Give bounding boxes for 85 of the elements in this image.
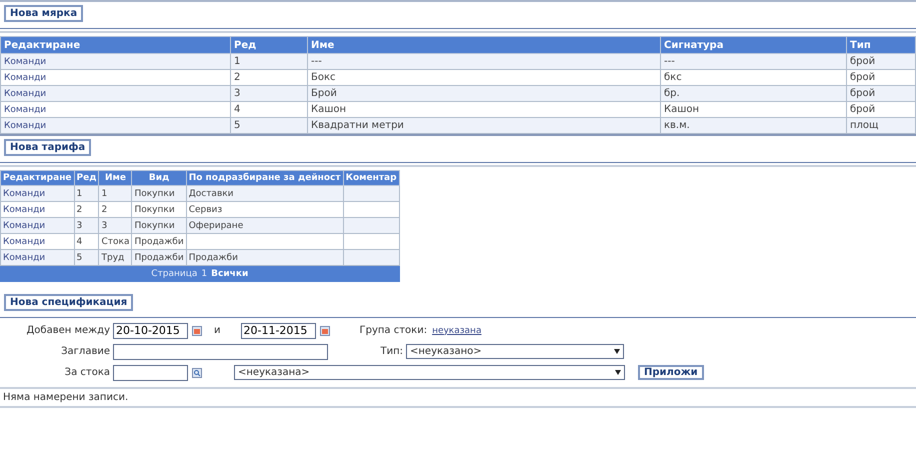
table-cell: Кашон [660, 102, 846, 118]
table-cell: 3 [74, 218, 99, 234]
table-cell: 5 [230, 118, 308, 134]
date-field[interactable]: 20-10-2015 [113, 322, 188, 338]
table-cell: 2 [230, 70, 308, 86]
table-cell: --- [308, 54, 660, 70]
title-field[interactable] [113, 344, 328, 360]
table-cell: Покупки [132, 218, 186, 234]
table-cell: 4 [230, 102, 308, 118]
new-specification-button[interactable]: Нова спецификация [4, 294, 134, 311]
table-cell: Продажби [132, 250, 186, 266]
commands-link[interactable]: Команди [4, 89, 46, 99]
table-cell: Доставки [186, 186, 344, 202]
column-header: Ред [74, 170, 99, 186]
field-label: Добавен между [25, 325, 111, 336]
table-cell: Брой [308, 86, 660, 102]
page-link[interactable]: Всички [211, 269, 248, 279]
table-cell: 4 [74, 234, 99, 250]
new-unit-button[interactable]: Нова мярка [4, 5, 84, 22]
apply-button[interactable]: Приложи [638, 365, 704, 380]
search-icon[interactable] [192, 368, 202, 378]
calendar-icon[interactable] [320, 326, 330, 336]
table-cell: 1 [98, 186, 132, 202]
field-label: Група стоки: [360, 325, 428, 336]
table-cell: 2 [74, 202, 99, 218]
column-header: Име [98, 170, 132, 186]
table-cell: бр. [660, 86, 846, 102]
table-cell: 1 [74, 186, 99, 202]
group-link[interactable]: неуказана [432, 326, 482, 336]
page-label: Страница [151, 269, 198, 279]
empty-message: Няма намерени записи. [0, 387, 916, 408]
column-header: Ред [230, 36, 308, 54]
table-cell: Кашон [308, 102, 660, 118]
table-cell: Стока [98, 234, 132, 250]
table-cell: Офериране [186, 218, 344, 234]
calendar-icon[interactable] [192, 326, 202, 336]
table-cell: Продажби [132, 234, 186, 250]
field-label: Заглавие [60, 346, 111, 357]
column-header: Сигнатура [660, 36, 846, 54]
table-cell: Труд [98, 250, 132, 266]
field-label: Тип: [379, 346, 404, 357]
column-header: Име [308, 36, 660, 54]
field-label: и [214, 325, 220, 336]
table-cell: кв.м. [660, 118, 846, 134]
table-cell: брой [846, 102, 916, 118]
commands-link[interactable]: Команди [4, 105, 46, 115]
new-tariff-button[interactable]: Нова тарифа [4, 139, 92, 156]
table-cell: площ [846, 118, 916, 134]
table-cell [343, 202, 400, 218]
table-cell [343, 234, 400, 250]
table-cell: Сервиз [186, 202, 344, 218]
table-cell: 2 [98, 202, 132, 218]
dropdown-arrow-icon [614, 349, 620, 354]
table-cell [343, 250, 400, 266]
table-cell: 3 [230, 86, 308, 102]
table-cell: Квадратни метри [308, 118, 660, 134]
table-cell: бкс [660, 70, 846, 86]
column-header: Тип [846, 36, 916, 54]
table-cell: брой [846, 86, 916, 102]
column-header: Редактиране [0, 36, 230, 54]
type-select[interactable]: <неуказано> [406, 344, 624, 359]
table-cell: Покупки [132, 186, 186, 202]
field-label: За стока [64, 367, 111, 378]
column-header: Коментар [343, 170, 400, 186]
dropdown-arrow-icon [615, 370, 621, 375]
table-cell: 1 [230, 54, 308, 70]
table-cell: Бокс [308, 70, 660, 86]
table-cell: 5 [74, 250, 99, 266]
table-cell: брой [846, 70, 916, 86]
item-field[interactable] [113, 364, 188, 380]
table-cell [343, 218, 400, 234]
table-cell: --- [660, 54, 846, 70]
commands-link[interactable]: Команди [4, 73, 46, 83]
table-cell: брой [846, 54, 916, 70]
table-cell [343, 186, 400, 202]
table-cell: Продажби [186, 250, 344, 266]
date-field[interactable]: 20-11-2015 [240, 322, 316, 338]
table-cell: 3 [98, 218, 132, 234]
column-header: Редактиране [0, 170, 74, 186]
commands-link[interactable]: Команди [4, 121, 46, 131]
column-header: Вид [132, 170, 186, 186]
commands-link[interactable]: Команди [4, 57, 46, 67]
column-header: По подразбиране за дейност [186, 170, 344, 186]
table-cell: Покупки [132, 202, 186, 218]
item-select[interactable]: <неуказана> [234, 365, 625, 380]
